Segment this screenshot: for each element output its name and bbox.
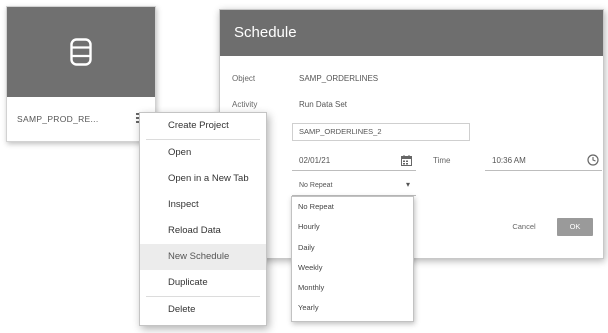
database-icon <box>70 38 92 66</box>
ok-button[interactable]: OK <box>557 218 593 236</box>
repeat-options-list: No Repeat Hourly Daily Weekly Monthly Ye… <box>291 196 414 322</box>
dialog-title: Schedule <box>220 10 603 56</box>
repeat-option[interactable]: No Repeat <box>292 197 413 217</box>
repeat-option[interactable]: Hourly <box>292 217 413 237</box>
repeat-option[interactable]: Daily <box>292 238 413 258</box>
chevron-down-icon[interactable]: ▾ <box>406 180 410 189</box>
object-value: SAMP_ORDERLINES <box>299 74 379 83</box>
time-underline <box>485 170 602 171</box>
repeat-option[interactable]: Yearly <box>292 298 413 318</box>
menu-item-open[interactable]: Open <box>140 140 266 166</box>
clock-icon[interactable] <box>587 154 599 166</box>
card-thumbnail[interactable] <box>7 7 155 97</box>
repeat-option[interactable]: Monthly <box>292 278 413 298</box>
repeat-select[interactable]: No Repeat <box>299 182 332 189</box>
menu-item-inspect[interactable]: Inspect <box>140 192 266 218</box>
dataset-card[interactable]: SAMP_PROD_RE... <box>6 6 156 142</box>
menu-item-reload-data[interactable]: Reload Data <box>140 218 266 244</box>
calendar-icon[interactable] <box>401 155 412 166</box>
cancel-button[interactable]: Cancel <box>509 218 539 236</box>
object-label: Object <box>232 74 256 83</box>
time-field[interactable]: 10:36 AM <box>492 156 526 165</box>
time-label: Time <box>433 156 451 165</box>
context-menu: Create Project Open Open in a New Tab In… <box>139 112 267 326</box>
card-name: SAMP_PROD_RE... <box>17 114 99 124</box>
menu-item-duplicate[interactable]: Duplicate <box>140 270 266 296</box>
menu-item-open-new-tab[interactable]: Open in a New Tab <box>140 166 266 192</box>
repeat-option[interactable]: Weekly <box>292 258 413 278</box>
activity-label: Activity <box>232 100 258 109</box>
schedule-name-input[interactable]: SAMP_ORDERLINES_2 <box>292 123 470 141</box>
menu-item-delete[interactable]: Delete <box>140 297 266 323</box>
menu-item-create-project[interactable]: Create Project <box>140 113 266 139</box>
date-underline <box>292 170 416 171</box>
date-field[interactable]: 02/01/21 <box>299 156 330 165</box>
activity-value: Run Data Set <box>299 100 348 109</box>
menu-item-new-schedule[interactable]: New Schedule <box>140 244 266 270</box>
